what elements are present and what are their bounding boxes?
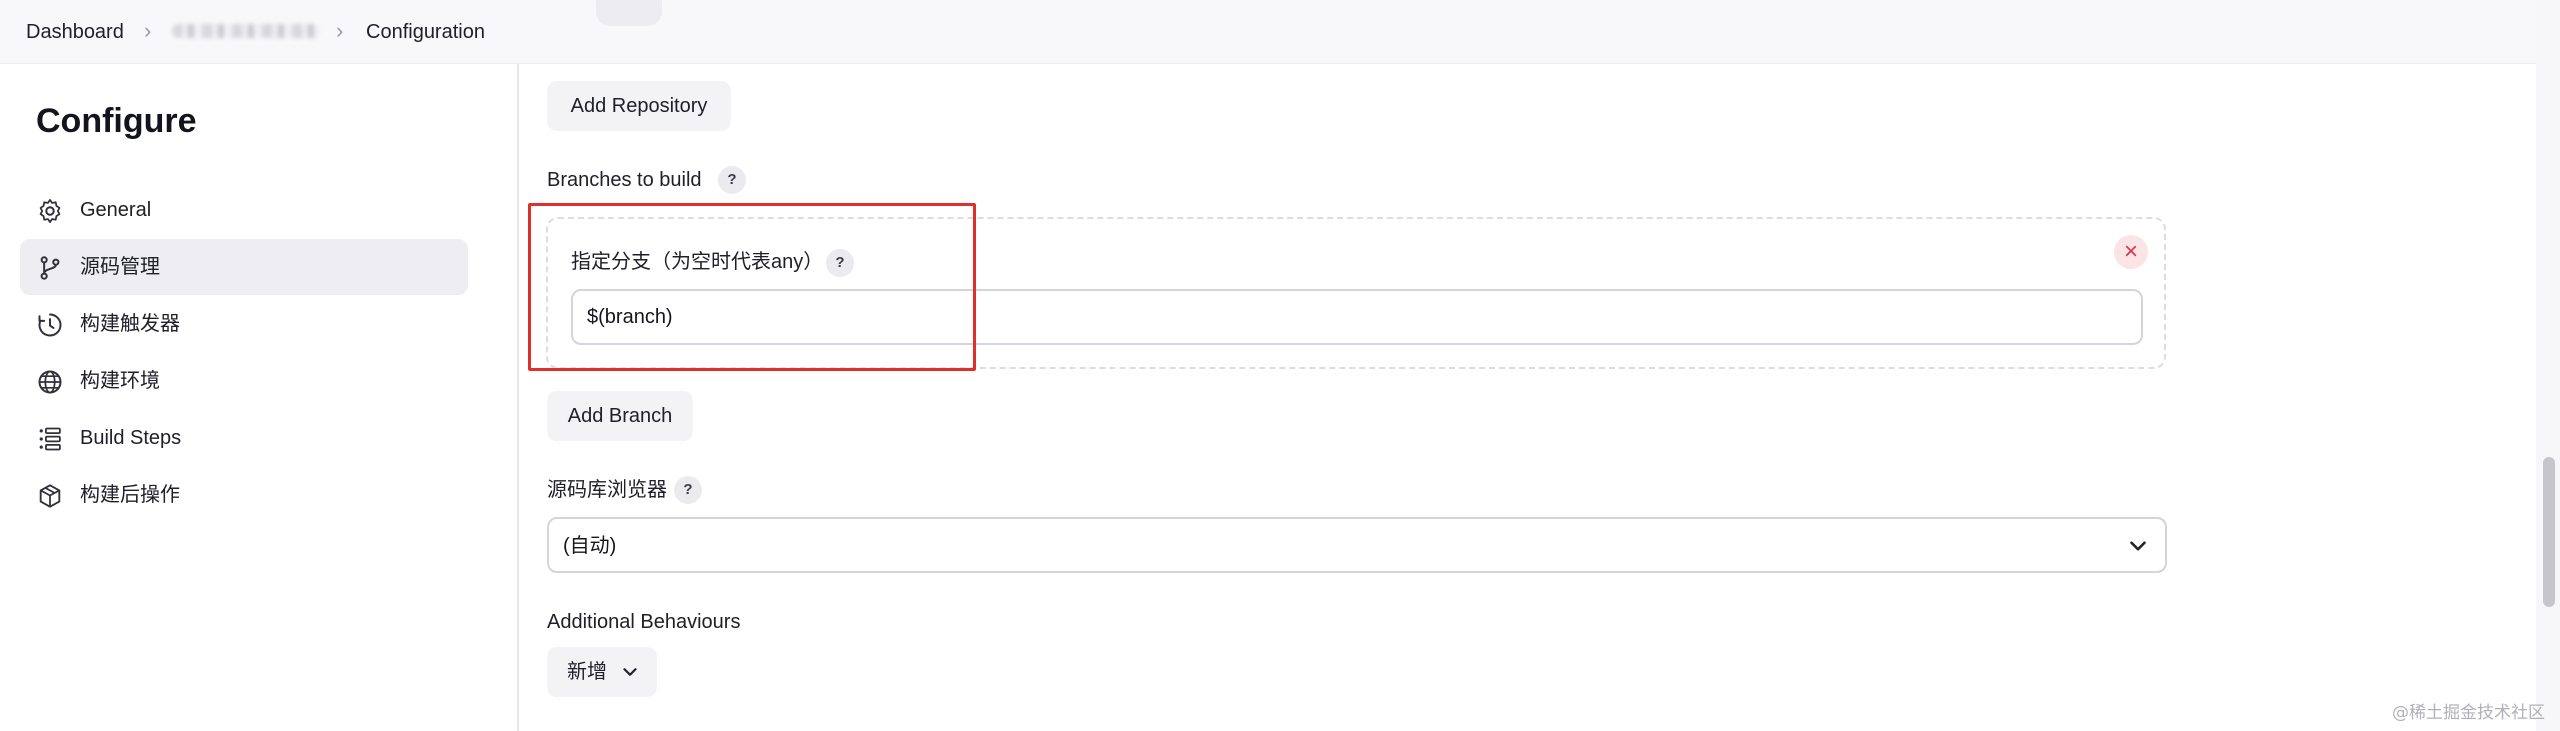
sidebar-item-source-control[interactable]: 源码管理 [20, 239, 468, 295]
additional-behaviours-label: Additional Behaviours [547, 611, 741, 633]
branch-icon [40, 256, 60, 280]
sidebar-item-label: 构建环境 [80, 370, 160, 392]
breadcrumb-job-redacted[interactable] [172, 24, 320, 38]
sidebar-divider [517, 64, 519, 731]
sidebar-item-label: 构建触发器 [80, 313, 180, 335]
add-behaviour-dropdown[interactable]: 新增 [547, 647, 657, 697]
add-branch-button[interactable]: Add Branch [547, 391, 693, 441]
chevron-down-icon [623, 668, 637, 676]
repository-browser-label: 源码库浏览器 [547, 479, 667, 501]
cube-icon [39, 484, 61, 508]
sidebar-item-build-environment[interactable]: 构建环境 [20, 353, 468, 409]
breadcrumb-bar: Dashboard › › Configuration [0, 0, 2560, 64]
sidebar-item-label: 构建后操作 [80, 484, 180, 506]
breadcrumb-configuration: Configuration [366, 21, 485, 43]
globe-icon [38, 370, 62, 394]
clock-icon [38, 313, 62, 337]
dropdown-label: 新增 [567, 661, 607, 683]
sidebar-item-label: Build Steps [80, 427, 182, 449]
chevron-down-icon [2130, 541, 2146, 551]
annotation-highlight-box [528, 203, 976, 371]
sidebar-item-label: 源码管理 [80, 256, 160, 278]
help-icon[interactable]: ? [718, 166, 746, 194]
sidebar-item-general[interactable]: General [20, 182, 468, 238]
toolbar-ghost [596, 0, 662, 26]
watermark: @稀土掘金技术社区 [2392, 703, 2545, 723]
breadcrumb-dashboard[interactable]: Dashboard [26, 20, 124, 44]
breadcrumb-separator: › [336, 18, 344, 43]
scrollbar-thumb[interactable] [2543, 457, 2555, 607]
page-title: Configure [36, 102, 197, 140]
select-value: (自动) [563, 535, 617, 557]
list-icon [39, 427, 61, 451]
scrollbar-track[interactable] [2536, 0, 2560, 731]
repository-browser-select[interactable]: (自动) [547, 517, 2167, 573]
breadcrumb-separator: › [144, 18, 152, 43]
remove-branch-button[interactable]: × [2114, 235, 2148, 269]
help-icon[interactable]: ? [674, 476, 702, 504]
sidebar-item-label: General [80, 199, 152, 221]
sidebar-item-build-triggers[interactable]: 构建触发器 [20, 296, 468, 352]
add-repository-button[interactable]: Add Repository [547, 81, 731, 131]
sidebar-item-post-build[interactable]: 构建后操作 [20, 467, 468, 523]
branches-to-build-label: Branches to build [547, 169, 702, 191]
gear-icon [39, 199, 61, 223]
sidebar-item-build-steps[interactable]: Build Steps [20, 410, 468, 466]
